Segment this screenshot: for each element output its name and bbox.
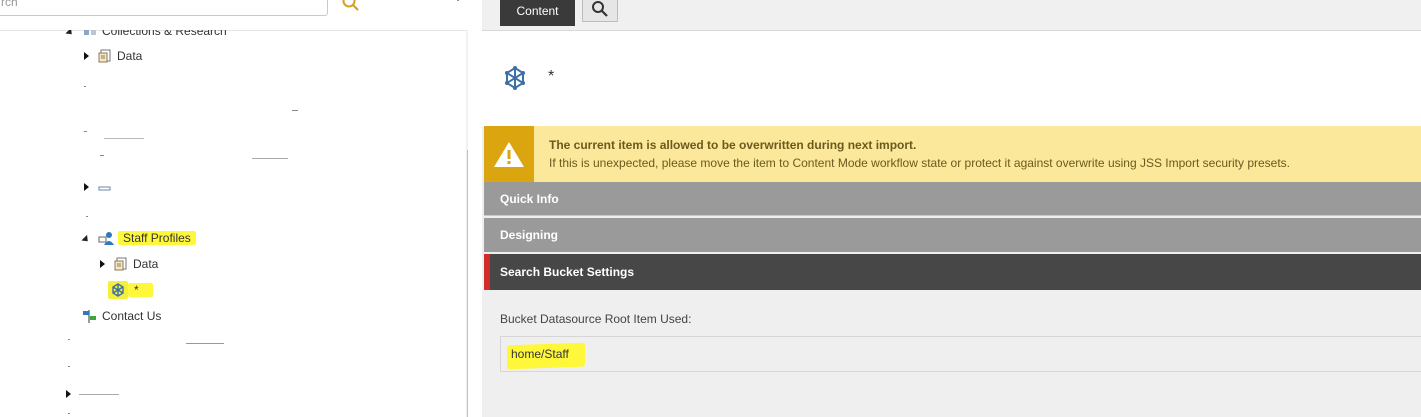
tree-item-data[interactable]: Data xyxy=(84,46,142,66)
tree-item-wildcard[interactable]: * xyxy=(108,280,153,300)
tree-item-label: Collections & Research xyxy=(102,30,227,38)
redacted-mark xyxy=(68,413,70,414)
tree-search-input[interactable] xyxy=(0,0,328,16)
item-title: * xyxy=(548,68,555,85)
collection-icon xyxy=(82,30,98,39)
section-designing[interactable]: Designing xyxy=(484,218,1421,252)
content-tree: Collections & Research Data Staff Profil… xyxy=(0,30,466,417)
redacted-mark xyxy=(68,366,70,367)
tree-search-bar xyxy=(0,0,468,31)
redacted-mark xyxy=(100,155,104,156)
editor-tab-strip: Content xyxy=(482,0,1421,30)
redacted-mark xyxy=(86,216,88,217)
tab-content[interactable]: Content xyxy=(500,0,575,26)
tree-item-staff-profiles[interactable]: Staff Profiles xyxy=(81,228,196,248)
folder-data-icon xyxy=(113,256,129,272)
item-header: * xyxy=(482,30,1421,127)
collapse-arrow-icon[interactable] xyxy=(81,234,91,244)
redacted-mark xyxy=(84,86,86,87)
warning-text: If this is unexpected, please move the i… xyxy=(549,156,1291,170)
expand-arrow-icon[interactable] xyxy=(100,260,105,268)
section-quick-info[interactable]: Quick Info xyxy=(484,182,1421,216)
redacted-mark xyxy=(292,110,298,111)
tree-item-staff-data[interactable]: Data xyxy=(100,254,158,274)
tree-scrollbar[interactable] xyxy=(466,30,468,417)
overwrite-warning: The current item is allowed to be overwr… xyxy=(484,126,1421,182)
redacted-mark xyxy=(79,393,119,395)
bucket-settings-fields: Bucket Datasource Root Item Used: xyxy=(484,290,1421,417)
warning-icon xyxy=(484,126,534,182)
tree-item-redacted[interactable] xyxy=(84,177,113,197)
tree-item-label: Data xyxy=(133,257,159,271)
redacted-mark xyxy=(84,131,87,132)
search-icon xyxy=(592,1,608,17)
redacted-mark xyxy=(252,158,288,159)
signpost-icon xyxy=(82,308,98,324)
tree-item-label: Data xyxy=(117,49,143,63)
section-search-bucket-settings[interactable]: Search Bucket Settings xyxy=(484,254,1421,290)
bucket-datasource-label: Bucket Datasource Root Item Used: xyxy=(500,312,692,326)
content-editor-panel: Content * The current item is allowed to… xyxy=(482,0,1421,417)
chevron-down-icon[interactable] xyxy=(450,0,466,6)
wildcard-cube-icon xyxy=(502,65,528,91)
staff-profiles-icon xyxy=(98,230,114,246)
folder-data-icon xyxy=(97,48,113,64)
tree-item-label: Contact Us xyxy=(102,309,162,323)
content-tree-panel: Collections & Research Data xyxy=(0,0,468,417)
search-icon[interactable] xyxy=(340,0,364,14)
tree-item-collections[interactable]: Collections & Research xyxy=(65,30,227,41)
wildcard-cube-icon xyxy=(108,281,128,299)
expand-arrow-icon[interactable] xyxy=(84,52,89,60)
tree-item-label: * xyxy=(128,283,153,297)
expand-arrow-icon[interactable] xyxy=(84,183,89,191)
tree-item-label: Staff Profiles xyxy=(118,231,196,245)
expand-arrow-icon[interactable] xyxy=(66,390,71,398)
warning-title: The current item is allowed to be overwr… xyxy=(549,138,917,152)
collapse-arrow-icon[interactable] xyxy=(65,30,75,37)
scrollbar-thumb[interactable] xyxy=(467,150,468,417)
tree-item-redacted[interactable] xyxy=(66,384,119,404)
tab-search[interactable] xyxy=(582,0,618,22)
redacted-mark xyxy=(186,343,224,344)
tree-item-contact-us[interactable]: Contact Us xyxy=(82,306,161,326)
redacted-mark xyxy=(104,138,144,139)
item-icon xyxy=(97,179,113,195)
bucket-datasource-input[interactable] xyxy=(500,336,1421,372)
redacted-mark xyxy=(68,339,70,340)
